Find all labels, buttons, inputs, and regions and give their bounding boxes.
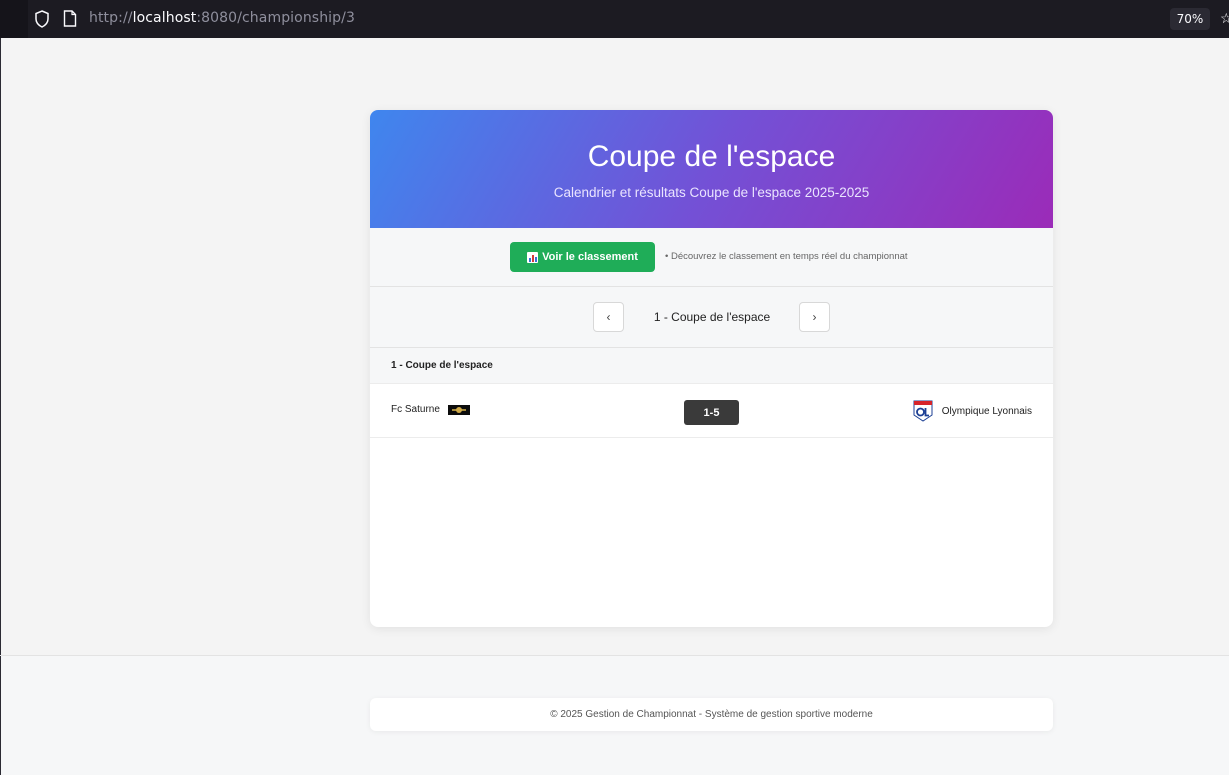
match-score[interactable]: 1-5 bbox=[684, 400, 739, 425]
url-path: :8080/championship/3 bbox=[196, 10, 355, 26]
chart-icon bbox=[527, 251, 539, 263]
ranking-hint: • Découvrez le classement en temps réel … bbox=[665, 251, 908, 262]
toolbar-edge bbox=[0, 0, 28, 38]
olympique-lyonnais-logo bbox=[913, 400, 933, 422]
url-scheme: http:// bbox=[89, 10, 133, 26]
fc-saturne-logo bbox=[447, 404, 470, 415]
footer-text: © 2025 Gestion de Championnat - Système … bbox=[550, 709, 873, 720]
star-icon[interactable]: ☆ bbox=[1220, 10, 1229, 27]
browser-toolbar: http://localhost:8080/championship/3 70%… bbox=[0, 0, 1229, 38]
away-team: Olympique Lyonnais bbox=[913, 400, 1032, 422]
page-subtitle: Calendrier et résultats Coupe de l'espac… bbox=[553, 185, 870, 200]
zoom-level[interactable]: 70% bbox=[1170, 8, 1210, 30]
next-round-button[interactable]: › bbox=[799, 302, 830, 332]
round-group-header: 1 - Coupe de l'espace bbox=[370, 348, 1053, 384]
home-team: Fc Saturne bbox=[391, 404, 470, 415]
view-ranking-button[interactable]: Voir le classement bbox=[510, 242, 655, 272]
url-bar[interactable]: http://localhost:8080/championship/3 bbox=[89, 10, 355, 26]
match-row[interactable]: Fc Saturne 1-5 Olympique Lyonnais bbox=[370, 384, 1053, 438]
url-host: localhost bbox=[132, 10, 197, 26]
footer: © 2025 Gestion de Championnat - Système … bbox=[370, 698, 1053, 731]
away-team-name: Olympique Lyonnais bbox=[941, 405, 1032, 417]
view-ranking-label: Voir le classement bbox=[542, 251, 638, 263]
shield-icon[interactable] bbox=[34, 10, 50, 28]
home-team-name: Fc Saturne bbox=[391, 404, 440, 415]
championship-card: Coupe de l'espace Calendrier et résultat… bbox=[370, 110, 1053, 627]
page-icon bbox=[63, 10, 77, 27]
previous-round-button[interactable]: ‹ bbox=[593, 302, 624, 332]
championship-header: Coupe de l'espace Calendrier et résultat… bbox=[370, 110, 1053, 228]
page-title: Coupe de l'espace bbox=[587, 140, 836, 173]
action-bar: Voir le classement • Découvrez le classe… bbox=[370, 228, 1053, 287]
current-round-label: 1 - Coupe de l'espace bbox=[653, 310, 771, 324]
round-navigator: ‹ 1 - Coupe de l'espace › bbox=[370, 287, 1053, 348]
